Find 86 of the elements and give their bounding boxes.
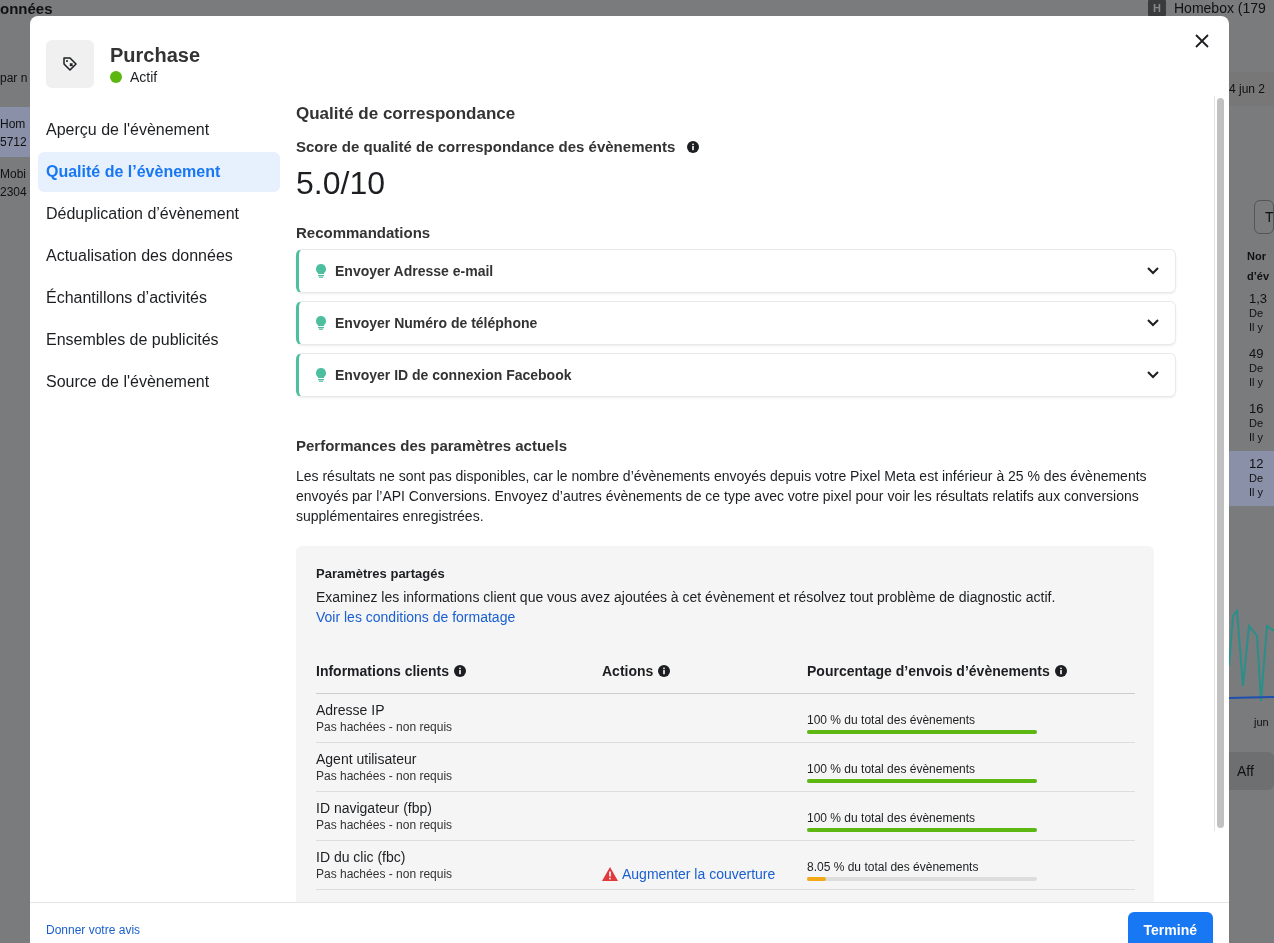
recommendation-label: Envoyer Adresse e-mail [335,263,495,279]
section-title: Qualité de correspondance [296,104,517,124]
list-row[interactable]: Mobi 2304 [0,157,30,207]
table-row[interactable]: 1,3 De Il y [1229,286,1274,341]
warning-icon [602,867,618,881]
hashing-status: Pas hachées - non requis [316,769,454,783]
row-id: 5712 [0,134,28,151]
scrollbar-thumb[interactable] [1217,98,1224,828]
percentage-text: 8.05 % du total des évènements [807,860,980,874]
panel-title: Paramètres partagés [316,566,446,581]
row-value: 12 [1249,457,1265,471]
section-title: Recommandations [296,224,432,241]
info-icon[interactable] [1054,665,1067,677]
parameter-name: Agent utilisateur [316,751,418,767]
hashing-status: Pas hachées - non requis [316,720,454,734]
hashing-status: Pas hachées - non requis [316,867,454,881]
row-text: De [1249,306,1265,320]
status-label: Actif [130,68,158,85]
score-value: 5.0/10 [296,165,386,202]
column-header: Informations clients [316,663,450,679]
recommendation-label: Envoyer Numéro de téléphone [335,315,539,331]
nav-item[interactable]: Qualité de l’évènement [38,152,280,192]
nav-item[interactable]: Échantillons d’activités [38,278,280,318]
chevron-down-icon[interactable] [1147,319,1159,327]
parameter-name: ID navigateur (fbp) [316,800,433,816]
info-icon[interactable] [658,665,671,677]
info-icon[interactable] [454,665,467,677]
column-header: Nor [1247,249,1267,264]
search-field[interactable]: par n [0,71,30,107]
lightbulb-icon [315,264,327,278]
column-header: Actions [602,663,654,679]
table-row[interactable]: 12 De Il y [1229,451,1274,506]
row-value: 1,3 [1249,292,1269,306]
tag-icon [62,56,78,72]
nav-item[interactable]: Déduplication d’évènement [38,194,280,234]
nav-item[interactable]: Source de l'évènement [38,362,280,402]
recommendation-item[interactable]: Envoyer Numéro de téléphone [296,301,1176,345]
row-text: Il y [1249,320,1265,334]
nav-item[interactable]: Aperçu de l'évènement [38,110,280,150]
percentage-text: 100 % du total des évènements [807,811,977,825]
row-text: De [1249,361,1265,375]
done-button[interactable]: Terminé [1127,911,1213,943]
page-title: onnées [0,0,53,17]
nav-item[interactable]: Ensembles de publicités [38,320,280,360]
percentage-text: 100 % du total des évènements [807,762,977,776]
column-header: Pourcentage d’envois d’évènements [807,663,1050,679]
performance-text: Les résultats ne sont pas disponibles, car le nombre d’évènements envoyés depuis votre Pixel Meta est inférieur à 25 % des évènements envoyés par l’API Conversions. Envoyez d’autres évènements de ce type avec votre pixel pour voir les résultats relatifs aux conversions supplémentaires enregistrées. [296,467,1148,526]
row-value: 16 [1249,402,1265,416]
filter-button[interactable]: T [1254,200,1274,234]
recommendation-item[interactable]: Envoyer ID de connexion Facebook [296,353,1176,397]
chevron-down-icon[interactable] [1147,371,1159,379]
row-id: 2304 [0,184,28,201]
section-title: Performances des paramètres actuels [296,437,568,454]
parameter-name: Adresse IP [316,702,386,718]
table-row[interactable]: 16 De Il y [1229,396,1274,451]
parameter-name: ID du clic (fbc) [316,849,407,865]
close-button[interactable] [1193,32,1211,50]
formatting-link[interactable]: Voir les conditions de formatage [316,609,516,625]
column-header: d’év [1247,269,1270,284]
account-name[interactable]: Homebox (179 [1174,0,1266,16]
event-name: Purchase [110,43,201,67]
score-label: Score de qualité de correspondance des évènements [296,138,676,155]
lightbulb-icon [315,368,327,382]
row-name: Mobi [0,166,27,183]
row-name: Hom [0,116,27,133]
row-text: De [1249,416,1265,430]
feedback-link[interactable]: Donner votre avis [46,922,141,937]
list-row[interactable]: Hom 5712 [0,107,30,157]
hashing-status: Pas hachées - non requis [316,818,454,832]
percentage-text: 100 % du total des évènements [807,713,977,727]
axis-label: jun [1254,716,1270,728]
row-text: Il y [1249,430,1265,444]
panel-text: Examinez les informations client que vous avez ajoutées à cet évènement et résolvez tout problème de diagnostic actif. Voir les conditions de formatage [316,588,1057,627]
row-text: De [1249,471,1265,485]
recommendation-item[interactable]: Envoyer Adresse e-mail [296,249,1176,293]
row-value: 49 [1249,347,1265,361]
table-row[interactable]: 49 De Il y [1229,341,1274,396]
row-text: Il y [1249,375,1265,389]
info-icon[interactable] [687,140,700,153]
increase-coverage-link[interactable]: Augmenter la couverture [622,866,776,882]
nav-item[interactable]: Actualisation des données [38,236,280,276]
date-range[interactable]: 4 jun 2 [1229,72,1274,106]
row-text: Il y [1249,485,1265,499]
chevron-down-icon[interactable] [1147,267,1159,275]
lightbulb-icon [315,316,327,330]
recommendation-label: Envoyer ID de connexion Facebook [335,367,573,383]
